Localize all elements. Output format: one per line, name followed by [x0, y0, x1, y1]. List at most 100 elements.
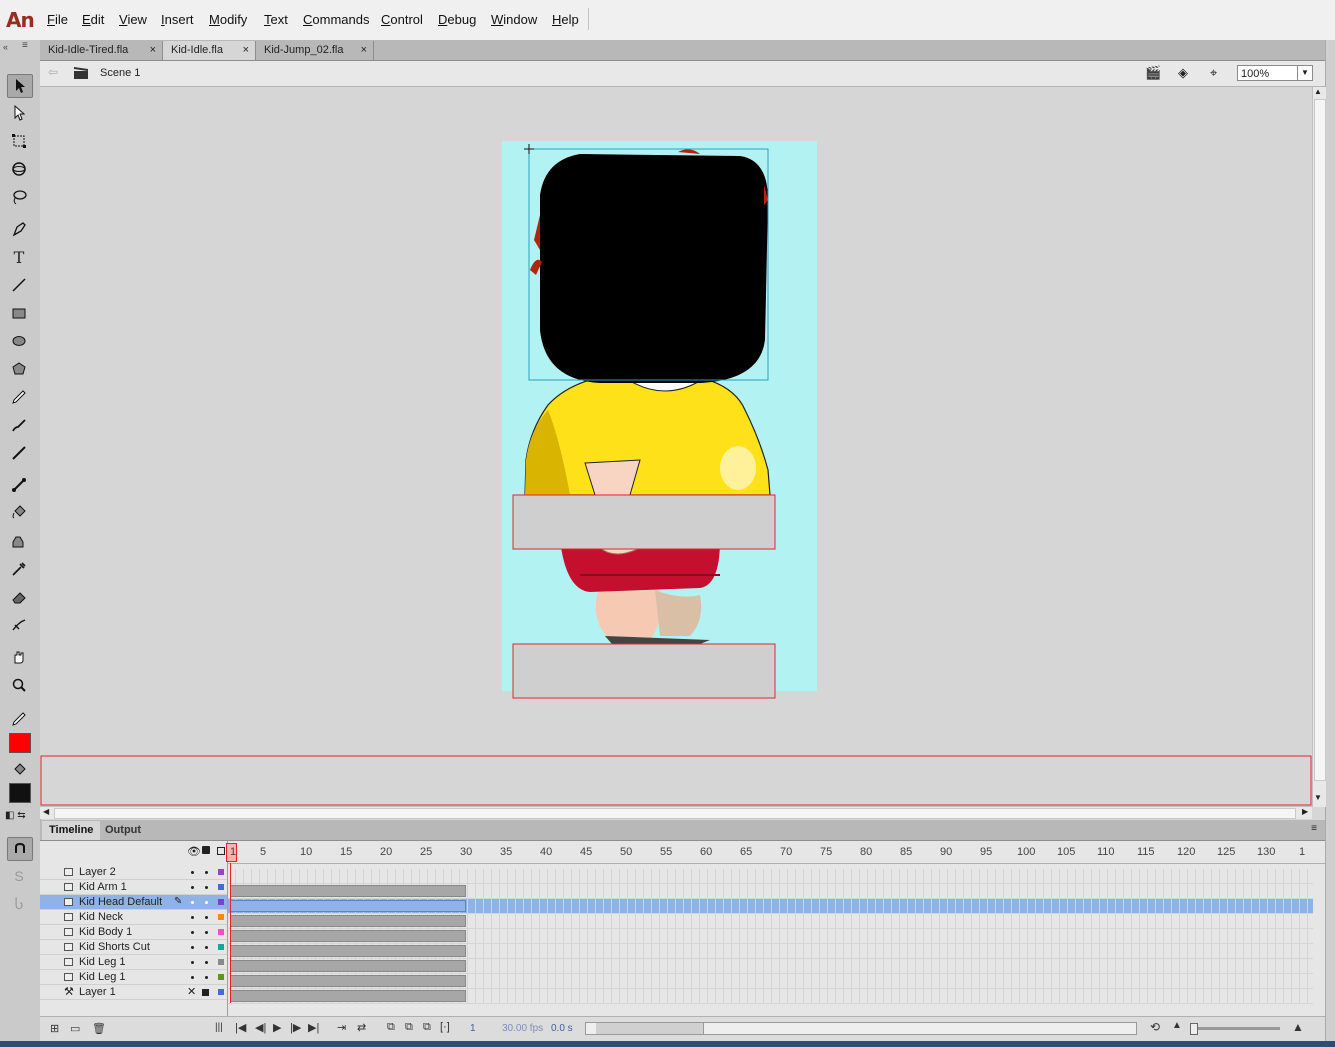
frame-row[interactable] [228, 974, 1313, 989]
panel-menu-icon[interactable]: ≡ [22, 40, 28, 51]
sync-icon[interactable]: ⟲ [1150, 1020, 1160, 1034]
onion-skin-icon[interactable]: ⧉ [387, 1021, 395, 1034]
panel-menu-icon[interactable]: ≡ [1311, 823, 1317, 834]
close-icon[interactable]: × [150, 41, 156, 60]
frame-row[interactable] [228, 914, 1313, 929]
slider-handle[interactable] [1190, 1023, 1198, 1035]
stage-area[interactable] [40, 87, 1312, 807]
pencil-icon[interactable] [7, 386, 31, 408]
width-tool-icon[interactable] [7, 614, 31, 636]
outline-icon[interactable] [217, 847, 225, 855]
frame-grid[interactable] [228, 863, 1325, 1005]
keyframe-span[interactable] [230, 915, 466, 927]
swap-colors-icon[interactable]: ◧ ⇆ [5, 810, 26, 821]
close-icon[interactable]: × [361, 41, 367, 60]
text-tool-icon[interactable]: T [7, 246, 31, 268]
tab-output[interactable]: Output [98, 821, 148, 840]
bone-icon[interactable] [7, 474, 31, 496]
layer-row-selected[interactable]: Kid Head Default ✎ [40, 895, 227, 910]
snap-to-objects-icon[interactable] [7, 837, 33, 861]
doc-tab-kid-idle-tired[interactable]: Kid-Idle-Tired.fla × [40, 41, 163, 60]
frame-row[interactable] [228, 989, 1313, 1004]
eye-icon[interactable]: 👁 [187, 845, 201, 858]
layer-row[interactable]: Kid Body 1 [40, 925, 227, 940]
scroll-right-icon[interactable]: ▶ [1302, 807, 1308, 816]
line-tool-icon[interactable] [7, 274, 31, 296]
pen-icon[interactable] [7, 218, 31, 240]
edit-multiple-icon[interactable]: ⧉ [423, 1021, 431, 1034]
step-back-icon[interactable]: ◀| [255, 1021, 266, 1034]
keyframe-span[interactable] [230, 960, 466, 972]
zoom-dropdown[interactable]: 100% ▼ [1237, 65, 1313, 81]
keyframe-span[interactable] [230, 990, 466, 1002]
layer-row[interactable]: Kid Neck [40, 910, 227, 925]
menu-commands[interactable]: Commands [303, 12, 369, 27]
doc-tab-kid-jump[interactable]: Kid-Jump_02.fla × [256, 41, 374, 60]
menu-text[interactable]: Text [264, 12, 288, 27]
scroll-up-icon[interactable]: ▲ [1314, 87, 1322, 96]
lock-icon[interactable] [202, 989, 209, 996]
frame-row[interactable] [228, 869, 1313, 884]
collapse-icon[interactable]: « [3, 42, 8, 52]
layer-row[interactable]: Kid Leg 1 [40, 955, 227, 970]
keyframe-span[interactable] [230, 975, 466, 987]
center-stage-icon[interactable]: ⌖ [1210, 65, 1217, 81]
menu-file[interactable]: File [47, 12, 68, 27]
lasso-icon[interactable] [7, 186, 31, 208]
go-to-first-icon[interactable]: |◀ [235, 1021, 246, 1034]
smooth-icon[interactable]: S [7, 865, 31, 887]
menu-control[interactable]: Control [381, 12, 423, 27]
scroll-thumb[interactable] [54, 808, 1296, 819]
frame-row[interactable] [228, 929, 1313, 944]
scroll-thumb[interactable] [596, 1023, 704, 1034]
paint-bucket-icon[interactable] [7, 502, 31, 524]
edit-symbols-icon[interactable]: ◈ [1178, 65, 1188, 81]
stroke-color-icon[interactable] [7, 708, 31, 730]
hidden-x-icon[interactable]: ✕ [187, 985, 196, 999]
chevron-down-icon[interactable]: ▼ [1297, 66, 1312, 80]
fill-color-icon[interactable] [7, 760, 31, 782]
menu-view[interactable]: View [119, 12, 147, 27]
polystar-icon[interactable] [7, 358, 31, 380]
modify-markers-icon[interactable]: [·] [440, 1021, 450, 1033]
subselection-tool-icon[interactable] [7, 102, 31, 124]
new-layer-icon[interactable]: ⊞ [50, 1022, 59, 1035]
keyframe-span[interactable] [230, 900, 466, 912]
frame-row[interactable] [228, 899, 1313, 914]
oval-tool-icon[interactable] [7, 330, 31, 352]
timeline-scrollbar[interactable] [585, 1022, 1137, 1035]
eraser-icon[interactable] [7, 586, 31, 608]
keyframe-span[interactable] [230, 885, 466, 897]
play-icon[interactable]: ▶ [273, 1021, 281, 1034]
zoom-out-icon[interactable]: ▲ [1172, 1020, 1182, 1031]
frame-ruler[interactable]: 1 5 10 15 20 25 30 35 40 45 50 55 60 65 … [226, 841, 1325, 864]
frame-row[interactable] [228, 944, 1313, 959]
layer-row[interactable]: Layer 2 [40, 865, 227, 880]
hand-tool-icon[interactable] [7, 646, 31, 668]
paint-brush-icon[interactable] [7, 414, 31, 436]
layer-row[interactable]: Kid Leg 1 [40, 970, 227, 985]
menu-edit[interactable]: Edit [82, 12, 104, 27]
new-folder-icon[interactable]: ▭ [70, 1022, 80, 1035]
menu-help[interactable]: Help [552, 12, 579, 27]
frame-row[interactable] [228, 884, 1313, 899]
ink-bottle-icon[interactable] [7, 530, 31, 552]
scroll-thumb[interactable] [1314, 99, 1326, 781]
keyframe-span[interactable] [230, 930, 466, 942]
fill-color-swatch[interactable] [9, 783, 31, 803]
layer-row[interactable]: Kid Arm 1 [40, 880, 227, 895]
3d-rotation-icon[interactable] [7, 158, 31, 180]
center-frame-icon[interactable]: ⇄ [357, 1021, 366, 1034]
edit-scene-icon[interactable]: 🎬 [1145, 65, 1161, 81]
stroke-color-swatch[interactable] [9, 733, 31, 753]
menu-window[interactable]: Window [491, 12, 537, 27]
frame-size-slider[interactable] [1190, 1023, 1280, 1035]
current-frame[interactable]: 1 [470, 1023, 476, 1034]
brush-icon[interactable] [7, 442, 31, 464]
menu-insert[interactable]: Insert [161, 12, 194, 27]
menu-debug[interactable]: Debug [438, 12, 476, 27]
step-forward-icon[interactable]: |▶ [290, 1021, 301, 1034]
tab-timeline[interactable]: Timeline [42, 821, 101, 840]
onion-outline-icon[interactable]: ⧉ [405, 1021, 413, 1034]
loop-icon[interactable]: ⇥ [337, 1021, 346, 1034]
